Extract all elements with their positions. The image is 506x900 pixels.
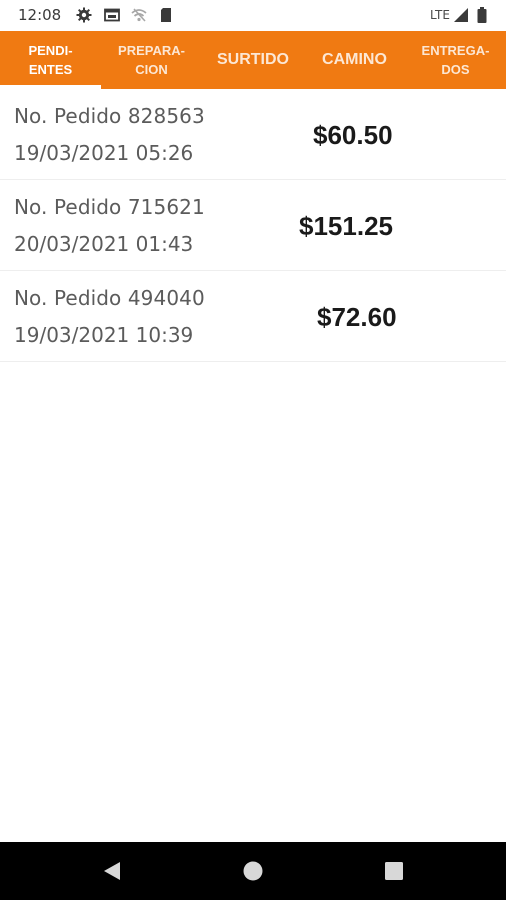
order-status-tabs: PENDI- ENTES PREPARA- CION SURTIDO CAMIN…	[0, 31, 506, 89]
gear-icon	[76, 7, 92, 23]
order-number: No. Pedido 828563	[14, 104, 205, 128]
home-icon[interactable]	[241, 859, 265, 883]
tab-surtido[interactable]: SURTIDO	[202, 31, 304, 89]
order-number: No. Pedido 494040	[14, 286, 205, 310]
back-icon[interactable]	[100, 859, 124, 883]
order-row[interactable]: No. Pedido 828563 19/03/2021 05:26 $60.5…	[0, 89, 506, 180]
order-row[interactable]: No. Pedido 715621 20/03/2021 01:43 $151.…	[0, 180, 506, 271]
tab-label: ENTREGA- DOS	[421, 43, 490, 77]
order-row[interactable]: No. Pedido 494040 19/03/2021 10:39 $72.6…	[0, 271, 506, 362]
tab-camino[interactable]: CAMINO	[304, 31, 405, 89]
order-total: $151.25	[299, 211, 393, 241]
system-navigation-bar	[0, 842, 506, 900]
order-total: $72.60	[317, 302, 397, 332]
order-total: $60.50	[313, 120, 393, 150]
tab-label: PREPARA- CION	[118, 43, 185, 77]
network-type-label: LTE	[430, 8, 450, 22]
tab-label: SURTIDO	[217, 51, 289, 68]
tab-label: PENDI- ENTES	[28, 43, 73, 77]
battery-icon	[477, 7, 487, 23]
signal-icon	[453, 7, 469, 23]
order-date: 19/03/2021 10:39	[14, 323, 194, 347]
tab-preparacion[interactable]: PREPARA- CION	[101, 31, 202, 89]
tab-label: CAMINO	[322, 51, 387, 68]
wifi-off-icon	[131, 7, 147, 23]
tab-pendientes[interactable]: PENDI- ENTES	[0, 31, 101, 89]
tab-entregados[interactable]: ENTREGA- DOS	[405, 31, 506, 89]
recents-icon[interactable]	[382, 859, 406, 883]
sim-card-icon	[158, 7, 174, 23]
status-bar: 12:08 LTE	[0, 0, 506, 31]
orders-list: No. Pedido 828563 19/03/2021 05:26 $60.5…	[0, 89, 506, 362]
status-time: 12:08	[18, 6, 62, 24]
screen-cast-icon	[104, 7, 120, 23]
order-date: 20/03/2021 01:43	[14, 232, 194, 256]
order-date: 19/03/2021 05:26	[14, 141, 194, 165]
order-number: No. Pedido 715621	[14, 195, 205, 219]
